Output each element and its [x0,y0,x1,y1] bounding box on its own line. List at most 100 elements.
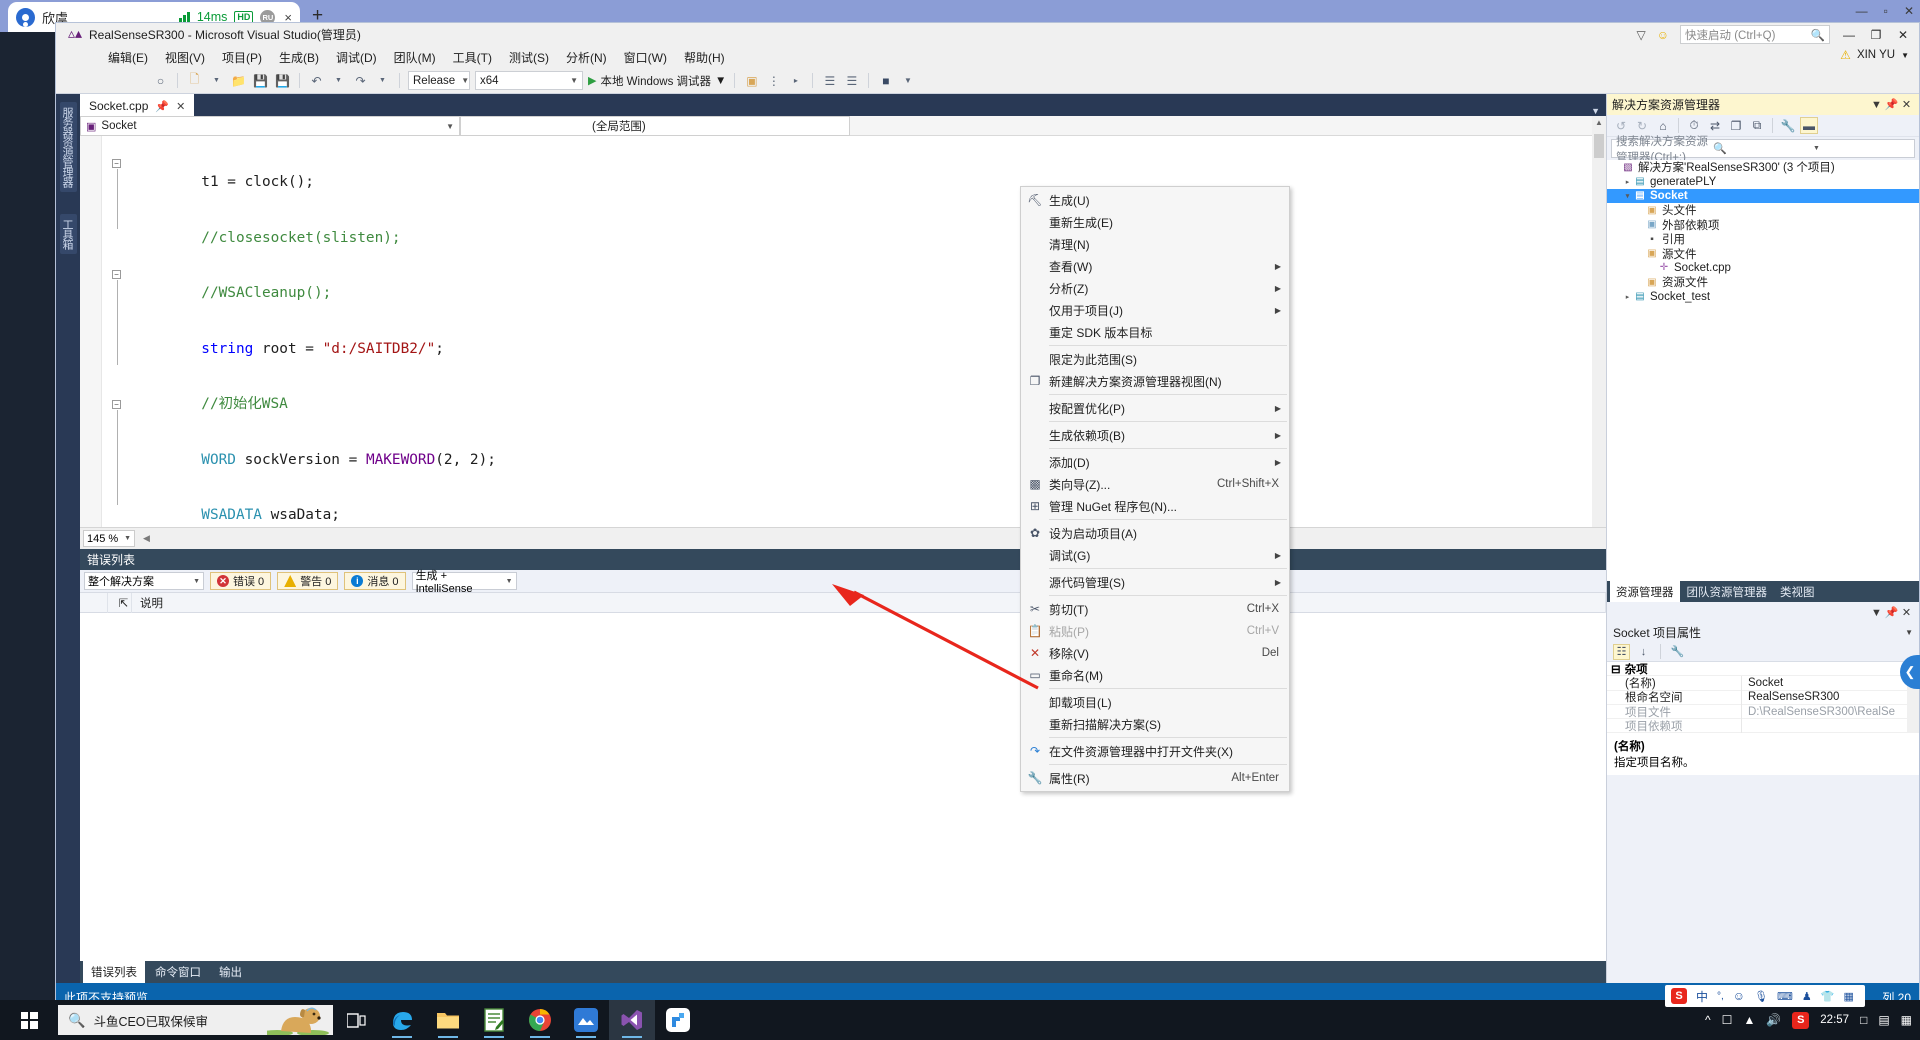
project-context-menu[interactable]: ⛏ 生成(U) 重新生成(E) 清理(N) 查看(W) ▶ 分析(Z) ▶ 仅用于项目(J) ▶ 重… [1020,186,1290,792]
back-icon[interactable]: ↺ [1612,117,1630,134]
sidebar-tab-server-explorer[interactable]: 服务器资源管理器 [60,102,77,192]
editor-tab-overflow-icon[interactable]: ▼ [1591,106,1606,116]
close-panel-icon[interactable]: ✕ [1899,98,1914,111]
sogou-logo-icon[interactable]: S [1671,988,1687,1004]
home-icon[interactable]: ⌂ [1654,117,1672,134]
context-menu-item-21[interactable]: 卸载项目(L) [1021,691,1289,713]
context-menu-item-9[interactable]: 按配置优化(P) ▶ [1021,397,1289,419]
panel-dropdown-icon[interactable]: ▼ [1869,99,1884,111]
context-menu-item-4[interactable]: 分析(Z) ▶ [1021,277,1289,299]
start-debug-button[interactable]: ▶ 本地 Windows 调试器 ▼ [588,73,726,89]
context-menu-item-24[interactable]: 🔧 属性(R) Alt+Enter [1021,767,1289,789]
menu-debug[interactable]: 调试(D) [336,49,377,66]
zoom-level-dropdown[interactable]: 145 % ▼ [83,530,135,547]
menu-analyze[interactable]: 分析(N) [566,49,607,66]
errors-filter-button[interactable]: ✕ 错误 0 [210,572,272,590]
context-menu-item-14[interactable]: ✿ 设为启动项目(A) [1021,522,1289,544]
bookmark-icon[interactable]: ■ [877,72,894,89]
tab-command-window[interactable]: 命令窗口 [147,961,209,983]
menu-help[interactable]: 帮助(H) [684,49,725,66]
start-button[interactable] [0,1000,58,1040]
context-menu-item-22[interactable]: 重新扫描解决方案(S) [1021,713,1289,735]
uncomment-icon[interactable]: ☰ [843,72,860,89]
context-menu-item-20[interactable]: ▭ 重命名(M) [1021,664,1289,686]
tray-monitor-icon[interactable]: ☐ [1722,1013,1733,1027]
property-row-3[interactable]: 项目依赖项 [1607,718,1919,734]
show-all-files-icon[interactable]: ❐ [1727,117,1745,134]
navigate-back-icon[interactable]: ○ [152,72,169,89]
tree-item-5[interactable]: ▪ 引用 [1607,232,1919,247]
tab-solution-explorer[interactable]: 资源管理器 [1610,580,1680,603]
mountain-icon[interactable] [563,1000,609,1040]
undo-caret-icon[interactable]: ▼ [330,72,347,89]
new-project-icon[interactable]: 🗋 [186,72,203,89]
vs-minimize-icon[interactable]: — [1841,28,1857,42]
ime-punctuation-icon[interactable]: °, [1717,991,1724,1002]
tree-item-8[interactable]: ▣ 资源文件 [1607,275,1919,290]
pin-icon[interactable]: 📌 [155,100,169,113]
configuration-dropdown[interactable]: Release ▼ [408,71,470,90]
context-menu-item-12[interactable]: ▩ 类向导(Z)... Ctrl+Shift+X [1021,473,1289,495]
redo-icon[interactable]: ↷ [352,72,369,89]
context-menu-item-6[interactable]: 重定 SDK 版本目标 [1021,321,1289,343]
error-column-description[interactable]: 说明 [132,592,1606,613]
property-value[interactable]: RealSenseSR300 [1742,691,1919,703]
sidebar-tab-toolbox[interactable]: 工具箱 [60,214,77,254]
comment-icon[interactable]: ☰ [821,72,838,89]
tree-item-9[interactable]: ▸ ▤ Socket_test [1607,290,1919,304]
attach-process-icon[interactable]: ▣ [743,72,760,89]
smiley-feedback-icon[interactable]: ☺ [1657,28,1669,42]
tree-item-6[interactable]: ▣ 源文件 [1607,246,1919,261]
scroll-left-icon[interactable]: ◀ [143,533,150,544]
tree-item-7[interactable]: ✛ Socket.cpp [1607,261,1919,275]
context-menu-item-1[interactable]: 重新生成(E) [1021,211,1289,233]
editor-vertical-scrollbar[interactable]: ▲ [1592,116,1606,527]
tree-item-1[interactable]: ▸ ▤ generatePLY [1607,174,1919,188]
visual-studio-icon[interactable] [609,1000,655,1040]
ime-user-icon[interactable]: ♟ [1802,990,1812,1003]
tree-item-2[interactable]: ▾ ▤ Socket [1607,188,1919,204]
menu-team[interactable]: 团队(M) [394,49,436,66]
navigation-type-dropdown[interactable]: ▣ Socket ▼ [80,116,460,136]
properties-grid[interactable]: ⊟ 杂项 (名称) Socket 根命名空间 RealSenseSR300 项目文件 D:\… [1607,662,1919,734]
tab-team-explorer[interactable]: 团队资源管理器 [1681,581,1774,603]
step-over-icon[interactable]: ▸ [787,72,804,89]
error-source-dropdown[interactable]: 生成 + IntelliSense ▼ [411,570,517,595]
properties-wrench-icon[interactable]: 🔧 [1779,117,1797,134]
undo-icon[interactable]: ↶ [308,72,325,89]
scroll-up-icon[interactable]: ▲ [1595,118,1603,127]
context-menu-item-8[interactable]: ❐ 新建解决方案资源管理器视图(N) [1021,370,1289,392]
maximize-icon[interactable]: ▫ [1884,4,1888,18]
tab-output[interactable]: 输出 [211,961,250,983]
close-window-icon[interactable]: ✕ [1904,4,1914,18]
property-value[interactable]: Socket [1742,677,1919,689]
context-menu-item-16[interactable]: 源代码管理(S) ▶ [1021,571,1289,593]
ime-voice-icon[interactable]: 🎙 [1754,990,1768,1003]
warnings-filter-button[interactable]: 警告 0 [277,572,339,590]
menu-build[interactable]: 生成(B) [279,49,319,66]
error-column-sort-icon[interactable]: ⇱ [108,592,132,613]
tray-expand-icon[interactable]: ^ [1705,1013,1711,1027]
error-scope-dropdown[interactable]: 整个解决方案 ▼ [84,572,204,590]
property-value[interactable]: D:\RealSenseSR300\RealSe [1742,706,1919,718]
category-expander-icon[interactable]: ⊟ [1607,662,1621,676]
tree-expander-icon[interactable]: ▾ [1622,192,1633,200]
refresh-icon[interactable]: ⧉ [1748,117,1766,134]
scrollbar-thumb[interactable] [1594,134,1604,158]
quick-launch-input[interactable]: 快速启动 (Ctrl+Q) 🔍 [1680,25,1830,44]
fold-toggle-icon-3[interactable]: − [112,400,121,409]
taskbar-search-box[interactable]: 🔍 斗鱼CEO已取保候审 [58,1005,333,1035]
edge-icon[interactable] [379,1000,425,1040]
context-menu-item-3[interactable]: 查看(W) ▶ [1021,255,1289,277]
redo-caret-icon[interactable]: ▼ [374,72,391,89]
task-view-icon[interactable] [333,1000,379,1040]
ime-skin-icon[interactable]: 👕 [1821,990,1835,1003]
tray-notification-icon[interactable]: □ [1860,1013,1867,1027]
open-file-icon[interactable]: 📁 [230,72,247,89]
context-menu-item-19[interactable]: ✕ 移除(V) Del [1021,642,1289,664]
taskbar-clock[interactable]: 22:57 [1820,1014,1849,1027]
context-menu-item-23[interactable]: ↷ 在文件资源管理器中打开文件夹(X) [1021,740,1289,762]
tray-volume-icon[interactable]: 🔊 [1766,1013,1781,1027]
context-menu-item-17[interactable]: ✂ 剪切(T) Ctrl+X [1021,598,1289,620]
menu-window[interactable]: 窗口(W) [624,49,667,66]
